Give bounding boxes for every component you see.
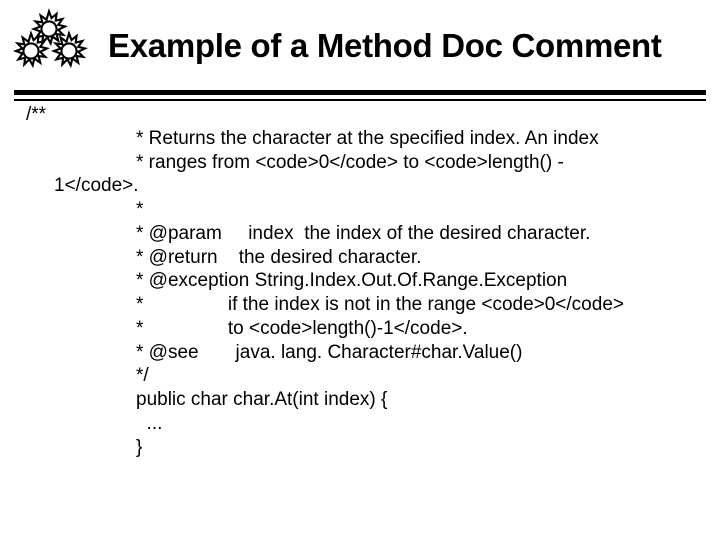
- code-line: }: [26, 436, 720, 460]
- code-line: *: [26, 198, 720, 222]
- code-line: ...: [26, 412, 720, 436]
- gear-icon: [28, 8, 70, 50]
- gear-cluster-icon: [10, 8, 98, 84]
- code-line: * @return the desired character.: [26, 246, 720, 270]
- code-line: * Returns the character at the specified…: [26, 127, 720, 151]
- code-line: * @exception String.Index.Out.Of.Range.E…: [26, 269, 720, 293]
- divider-thick: [14, 90, 706, 95]
- code-line: * to <code>length()-1</code>.: [26, 317, 720, 341]
- code-line: * ranges from <code>0</code> to <code>le…: [26, 151, 720, 175]
- slide-title: Example of a Method Doc Comment: [98, 28, 662, 64]
- code-line: * @param index the index of the desired …: [26, 222, 720, 246]
- code-line: /**: [26, 103, 720, 127]
- slide-header: Example of a Method Doc Comment: [0, 0, 720, 84]
- code-line: public char char.At(int index) {: [26, 388, 720, 412]
- code-line: 1</code>.: [26, 174, 720, 198]
- code-line: * @see java. lang. Character#char.Value(…: [26, 341, 720, 365]
- code-line: */: [26, 364, 720, 388]
- code-line: * if the index is not in the range <code…: [26, 293, 720, 317]
- code-block: /** * Returns the character at the speci…: [0, 101, 720, 459]
